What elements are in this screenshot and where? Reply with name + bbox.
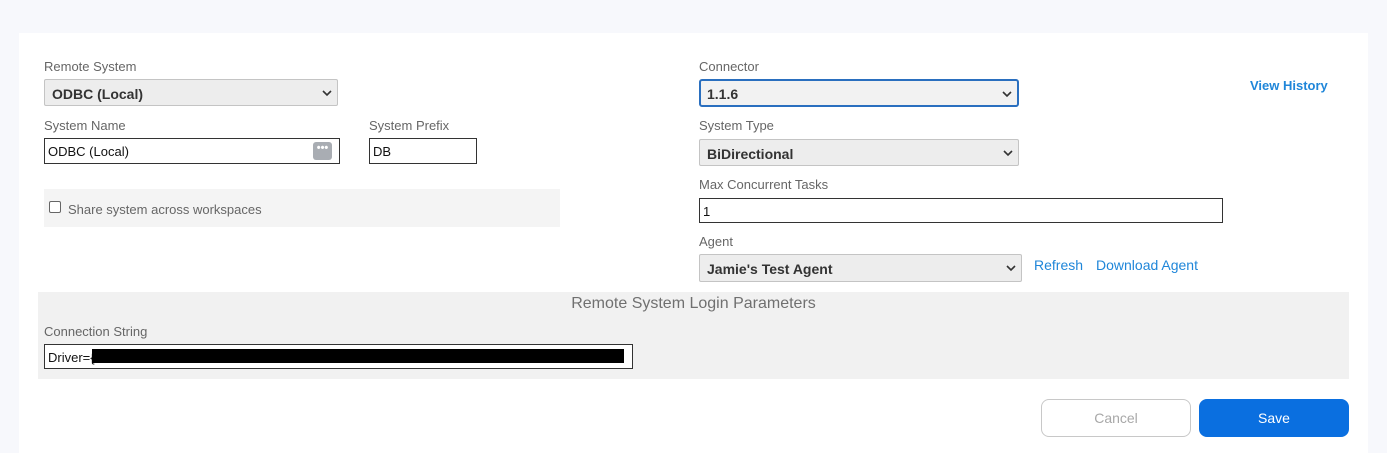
system-prefix-input[interactable]: DB (369, 138, 477, 164)
chevron-down-icon (1003, 149, 1013, 157)
cancel-button[interactable]: Cancel (1041, 399, 1191, 437)
ellipsis-icon[interactable]: ••• (313, 142, 332, 160)
max-tasks-label: Max Concurrent Tasks (699, 177, 829, 192)
system-type-value: BiDirectional (707, 146, 794, 162)
connector-select[interactable]: 1.1.6 (699, 79, 1019, 107)
chevron-down-icon (1002, 90, 1012, 98)
remote-system-select[interactable]: ODBC (Local) (44, 79, 338, 106)
max-tasks-value: 1 (703, 204, 711, 219)
system-type-select[interactable]: BiDirectional (699, 139, 1019, 166)
system-name-value: ODBC (Local) (48, 144, 129, 159)
system-prefix-value: DB (373, 144, 392, 159)
remote-system-value: ODBC (Local) (52, 86, 143, 102)
system-name-label: System Name (44, 118, 126, 133)
chevron-down-icon (1006, 264, 1016, 272)
system-type-label: System Type (699, 118, 774, 133)
view-history-link[interactable]: View History (1250, 78, 1328, 93)
max-tasks-input[interactable]: 1 (699, 198, 1223, 223)
save-button[interactable]: Save (1199, 399, 1349, 437)
share-system-label[interactable]: Share system across workspaces (68, 202, 262, 217)
redaction-bar (92, 349, 624, 363)
login-parameters-title: Remote System Login Parameters (571, 295, 816, 312)
connector-label: Connector (699, 59, 759, 74)
system-name-input[interactable]: ODBC (Local) ••• (44, 138, 340, 164)
agent-value: Jamie's Test Agent (707, 261, 833, 277)
agent-select[interactable]: Jamie's Test Agent (699, 254, 1022, 282)
connector-value: 1.1.6 (707, 86, 739, 102)
remote-system-label: Remote System (44, 59, 137, 74)
chevron-down-icon (322, 89, 332, 97)
connection-string-value: Driver={ (48, 350, 95, 365)
share-system-checkbox[interactable] (49, 201, 61, 213)
system-prefix-label: System Prefix (369, 118, 450, 133)
refresh-link[interactable]: Refresh (1034, 257, 1083, 273)
connection-string-label: Connection String (44, 324, 148, 339)
download-agent-link[interactable]: Download Agent (1096, 257, 1198, 273)
agent-label: Agent (699, 234, 733, 249)
